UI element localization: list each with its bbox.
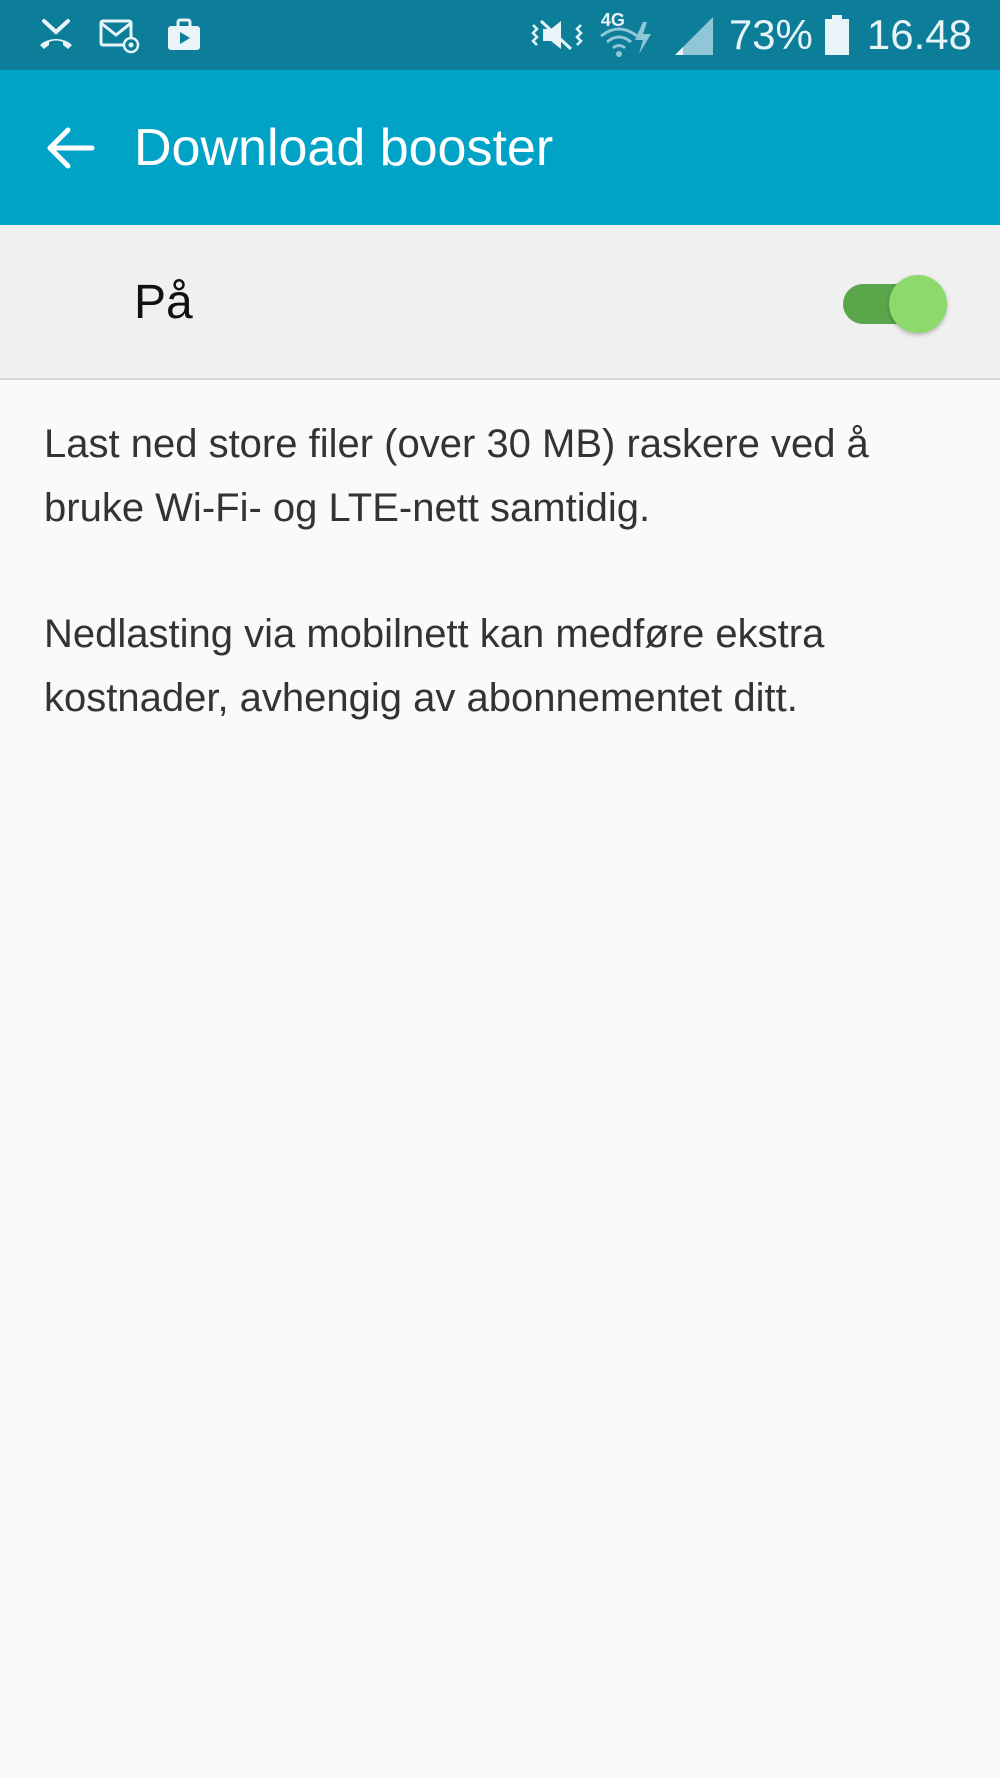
toggle-label: På bbox=[134, 276, 193, 329]
description-paragraph-2: Nedlasting via mobilnett kan medføre eks… bbox=[44, 612, 825, 720]
status-notification-icons bbox=[36, 14, 204, 56]
switch-thumb bbox=[889, 275, 947, 333]
email-icon bbox=[98, 15, 142, 55]
back-button[interactable] bbox=[40, 118, 100, 178]
signal-icon bbox=[671, 13, 717, 57]
description: Last ned store filer (over 30 MB) rasker… bbox=[44, 412, 964, 792]
missed-call-icon bbox=[36, 15, 76, 55]
vibrate-icon bbox=[529, 15, 585, 55]
master-toggle-row[interactable]: På bbox=[0, 225, 1000, 380]
battery-percent: 73% bbox=[728, 11, 813, 58]
briefcase-icon bbox=[164, 15, 204, 55]
page-title: Download booster bbox=[134, 119, 554, 177]
wifi-icon: 4G bbox=[597, 8, 659, 62]
description-paragraph-1: Last ned store filer (over 30 MB) rasker… bbox=[44, 422, 869, 530]
download-booster-switch[interactable] bbox=[843, 275, 949, 333]
status-bar: 4G 73% 16.48 bbox=[0, 0, 1000, 70]
clock: 16.48 bbox=[866, 11, 972, 58]
status-system-icons: 4G 73% 16.48 bbox=[529, 8, 972, 62]
arrow-left-icon bbox=[44, 124, 96, 172]
battery-icon bbox=[824, 15, 849, 55]
app-bar: Download booster bbox=[0, 70, 1000, 225]
